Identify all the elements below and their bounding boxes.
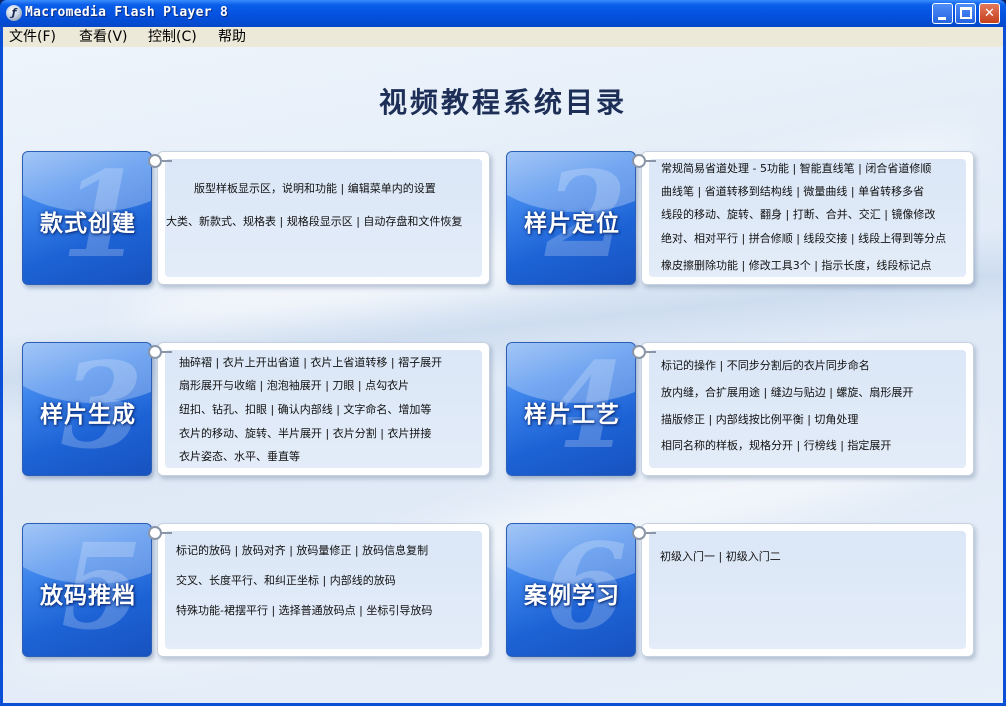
section-tile-piece-generation[interactable]: 3 样片生成: [22, 342, 152, 476]
section-tile-grading[interactable]: 5 放码推档: [22, 523, 152, 657]
topic-line[interactable]: 常规简易省道处理 - 5功能 | 智能直线笔 | 闭合省道修顺: [661, 162, 931, 176]
tile-label: 样片定位: [524, 211, 620, 237]
topic-line[interactable]: 版型样板显示区，说明和功能 | 编辑菜单内的设置: [194, 182, 436, 196]
section-tile-style-creation[interactable]: 1 款式创建: [22, 151, 152, 285]
section-panel-piece-positioning: 常规简易省道处理 - 5功能 | 智能直线笔 | 闭合省道修顺 曲线笔 | 省道…: [632, 151, 974, 285]
topic-line[interactable]: 标记的放码 | 放码对齐 | 放码量修正 | 放码信息复制: [176, 544, 428, 558]
binder-ring-icon: [148, 526, 172, 540]
topic-line[interactable]: 交叉、长度平行、和纠正坐标 | 内部线的放码: [176, 574, 396, 588]
topic-line[interactable]: 橡皮擦删除功能 | 修改工具3个 | 指示长度，线段标记点: [661, 259, 931, 273]
maximize-button[interactable]: [955, 3, 976, 24]
topic-line[interactable]: 纽扣、钻孔、扣眼 | 确认内部线 | 文字命名、增加等: [179, 403, 431, 417]
flash-player-icon[interactable]: ƒ: [6, 5, 22, 21]
topic-line[interactable]: 抽碎褶 | 衣片上开出省道 | 衣片上省道转移 | 褶子展开: [179, 356, 442, 370]
section-panel-style-creation: 版型样板显示区，说明和功能 | 编辑菜单内的设置 大类、新款式、规格表 | 规格…: [148, 151, 490, 285]
section-panel-grading: 标记的放码 | 放码对齐 | 放码量修正 | 放码信息复制 交叉、长度平行、和纠…: [148, 523, 490, 657]
binder-ring-icon: [632, 154, 656, 168]
topic-line[interactable]: 衣片姿态、水平、垂直等: [179, 450, 300, 464]
topic-line[interactable]: 放内缝，合扩展用途 | 缝边与贴边 | 螺旋、扇形展开: [661, 386, 913, 400]
topic-line[interactable]: 线段的移动、旋转、翻身 | 打断、合并、交汇 | 镜像修改: [661, 208, 935, 222]
tile-label: 款式创建: [40, 211, 136, 237]
topic-line[interactable]: 绝对、相对平行 | 拼合修顺 | 线段交接 | 线段上得到等分点: [661, 232, 946, 246]
maximize-icon: [960, 7, 972, 19]
topic-line[interactable]: 标记的操作 | 不同步分割后的衣片同步命名: [661, 359, 870, 373]
tile-label: 放码推档: [40, 583, 136, 609]
tile-label: 案例学习: [524, 583, 620, 609]
menu-view[interactable]: 查看(V): [79, 28, 128, 46]
close-icon: ✕: [984, 6, 995, 21]
panel-inner: [649, 531, 966, 649]
close-button[interactable]: ✕: [979, 3, 1000, 24]
window-title: Macromedia Flash Player 8: [25, 5, 229, 20]
section-tile-case-study[interactable]: 6 案例学习: [506, 523, 636, 657]
section-panel-piece-craft: 标记的操作 | 不同步分割后的衣片同步命名 放内缝，合扩展用途 | 缝边与贴边 …: [632, 342, 974, 476]
flash-stage: 视频教程系统目录 1 款式创建 版型样板显示区，说明和功能 | 编辑菜单内的设置…: [3, 47, 1003, 703]
section-tile-piece-positioning[interactable]: 2 样片定位: [506, 151, 636, 285]
topic-line[interactable]: 衣片的移动、旋转、半片展开 | 衣片分割 | 衣片拼接: [179, 427, 431, 441]
minimize-icon: [938, 17, 946, 20]
menu-file[interactable]: 文件(F): [9, 28, 56, 46]
topic-line[interactable]: 大类、新款式、规格表 | 规格段显示区 | 自动存盘和文件恢复: [166, 215, 462, 229]
binder-ring-icon: [632, 345, 656, 359]
topic-line[interactable]: 扇形展开与收缩 | 泡泡袖展开 | 刀眼 | 点勾衣片: [179, 379, 409, 393]
tile-label: 样片生成: [40, 402, 136, 428]
page-title: 视频教程系统目录: [378, 86, 627, 119]
menu-help[interactable]: 帮助: [218, 28, 246, 46]
binder-ring-icon: [148, 154, 172, 168]
topic-line[interactable]: 特殊功能-裙摆平行 | 选择普通放码点 | 坐标引导放码: [176, 604, 432, 618]
binder-ring-icon: [148, 345, 172, 359]
section-panel-case-study: 初级入门一 | 初级入门二: [632, 523, 974, 657]
topic-line[interactable]: 曲线笔 | 省道转移到结构线 | 微量曲线 | 单省转移多省: [661, 185, 924, 199]
section-tile-piece-craft[interactable]: 4 样片工艺: [506, 342, 636, 476]
topic-line[interactable]: 描版修正 | 内部线按比例平衡 | 切角处理: [661, 413, 858, 427]
menu-bar: 文件(F) 查看(V) 控制(C) 帮助: [3, 27, 1003, 47]
topic-line[interactable]: 初级入门一 | 初级入门二: [660, 550, 781, 564]
title-bar[interactable]: ƒ Macromedia Flash Player 8 ✕: [0, 0, 1006, 27]
menu-control[interactable]: 控制(C): [148, 28, 197, 46]
binder-ring-icon: [632, 526, 656, 540]
tile-label: 样片工艺: [524, 402, 620, 428]
section-panel-piece-generation: 抽碎褶 | 衣片上开出省道 | 衣片上省道转移 | 褶子展开 扇形展开与收缩 |…: [148, 342, 490, 476]
minimize-button[interactable]: [932, 3, 953, 24]
flash-player-window: ƒ Macromedia Flash Player 8 ✕ 文件(F) 查看(V…: [0, 0, 1006, 706]
topic-line[interactable]: 相同名称的样板，规格分开 | 行榜线 | 指定展开: [661, 439, 891, 453]
